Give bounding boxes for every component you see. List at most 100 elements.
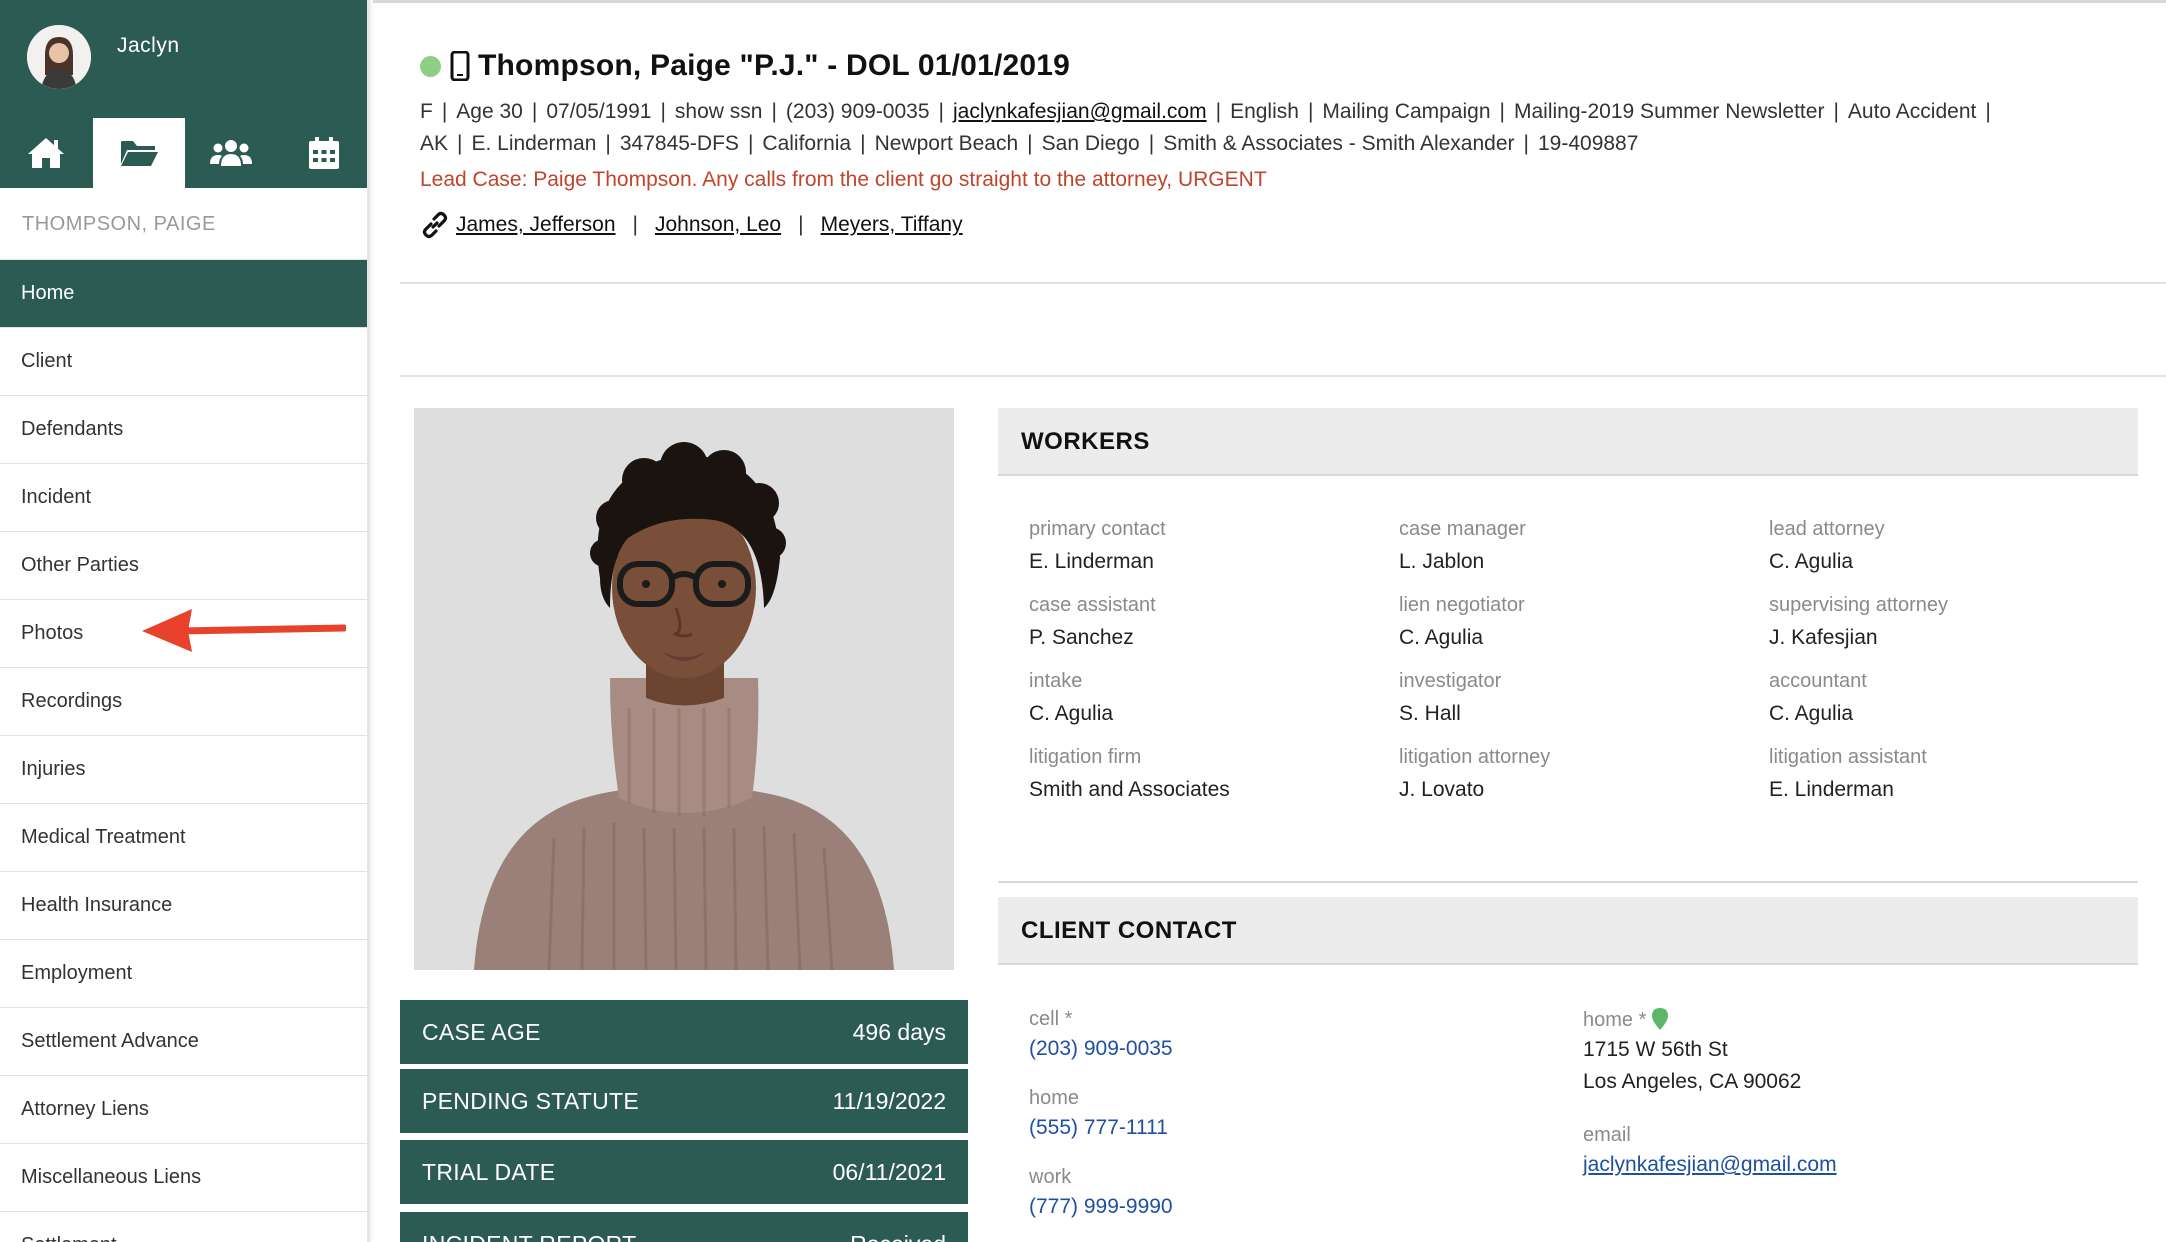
stat-label: TRIAL DATE: [422, 1158, 556, 1185]
meta-email-link[interactable]: jaclynkafesjian@gmail.com: [953, 100, 1207, 123]
divider: [998, 881, 2138, 883]
sidebar-item-settlement-advance[interactable]: Settlement Advance: [0, 1008, 367, 1076]
meta-county: San Diego: [1041, 132, 1140, 155]
stat-value: 06/11/2021: [832, 1158, 946, 1185]
worker-entry: case manager L. Jablon: [1399, 518, 1769, 574]
client-address: home * 1715 W 56th St Los Angeles, CA 90…: [1583, 1008, 1837, 1203]
meta-language: English: [1230, 100, 1299, 123]
meta-claim-number: 347845-DFS: [619, 132, 739, 155]
client-phones: cell * (203) 909-0035 home (555) 777-1111 …: [1029, 1008, 1173, 1242]
worker-entry: case assistant P. Sanchez: [1029, 594, 1399, 650]
contact-entry: home * 1715 W 56th St Los Angeles, CA 90…: [1583, 1008, 1837, 1098]
meta-mailing: Mailing Campaign: [1322, 100, 1491, 123]
worker-name: C. Agulia: [1029, 702, 1114, 725]
client-email-link[interactable]: jaclynkafesjian@gmail.com: [1583, 1153, 1837, 1177]
sidebar-nav: Home Client Defendants Incident Other Pa…: [0, 260, 367, 1242]
linked-case-link[interactable]: Meyers, Tiffany: [821, 213, 963, 237]
stat-pending-statute: PENDING STATUTE 11/19/2022: [400, 1069, 968, 1133]
sidebar-header: Jaclyn: [0, 0, 367, 188]
sidebar-item-incident[interactable]: Incident: [0, 464, 367, 532]
meta-sex: F: [420, 100, 433, 123]
worker-role: primary contact: [1029, 518, 1166, 540]
contact-entry: email jaclynkafesjian@gmail.com: [1583, 1124, 1837, 1177]
home-phone-link[interactable]: (555) 777-1111: [1029, 1116, 1173, 1140]
sidebar-item-employment[interactable]: Employment: [0, 940, 367, 1008]
meta-state-code: AK: [420, 132, 449, 155]
sidebar-item-settlement[interactable]: Settlement: [0, 1212, 367, 1242]
worker-role: intake: [1029, 670, 1083, 692]
home-icon[interactable]: [0, 118, 93, 188]
meta-case-number: 19-409887: [1537, 132, 1639, 155]
contact-label: cell *: [1029, 1008, 1073, 1030]
worker-entry: primary contact E. Linderman: [1029, 518, 1399, 574]
worker-name: J. Lovato: [1399, 778, 1485, 801]
case-meta-line-2: AK | E. Linderman | 347845-DFS | California | Ne…: [420, 132, 1639, 155]
worker-entry: intake C. Agulia: [1029, 670, 1399, 726]
sidebar-tabs: [0, 118, 370, 188]
sidebar-item-medical-treatment[interactable]: Medical Treatment: [0, 804, 367, 872]
sidebar-item-health-insurance[interactable]: Health Insurance: [0, 872, 367, 940]
calendar-icon[interactable]: [278, 118, 371, 188]
workers-grid: primary contact E. Linderman case manager…: [1029, 518, 2129, 802]
work-phone-link[interactable]: (777) 999-9990: [1029, 1195, 1173, 1219]
sidebar-item-injuries[interactable]: Injuries: [0, 736, 367, 804]
worker-role: litigation attorney: [1399, 746, 1551, 768]
worker-role: lien negotiator: [1399, 594, 1525, 616]
worker-entry: investigator S. Hall: [1399, 670, 1769, 726]
contact-label: home *: [1583, 1008, 1837, 1032]
meta-age: Age 30: [456, 100, 523, 123]
client-photo[interactable]: [414, 408, 954, 970]
contact-entry: cell * (203) 909-0035: [1029, 1008, 1173, 1061]
sidebar-item-client[interactable]: Client: [0, 328, 367, 396]
worker-name: C. Agulia: [1399, 626, 1484, 649]
stat-label: PENDING STATUTE: [422, 1087, 640, 1114]
meta-state: California: [762, 132, 852, 155]
meta-case-type: Auto Accident: [1847, 100, 1977, 123]
sidebar-item-other-parties[interactable]: Other Parties: [0, 532, 367, 600]
worker-entry: litigation assistant E. Linderman: [1769, 746, 2129, 802]
worker-role: investigator: [1399, 670, 1502, 692]
address-line-1: 1715 W 56th St: [1583, 1038, 1728, 1061]
case-meta-line-1: F | Age 30 | 07/05/1991 | show ssn | (203) 909-0…: [420, 100, 1991, 123]
worker-entry: supervising attorney J. Kafesjian: [1769, 594, 2129, 650]
case-label: THOMPSON, PAIGE: [0, 188, 367, 260]
stat-value: Received: [850, 1231, 946, 1242]
lead-case-note: Lead Case: Paige Thompson. Any calls fro…: [420, 168, 1267, 191]
sidebar-item-recordings[interactable]: Recordings: [0, 668, 367, 736]
contact-entry: home (555) 777-1111: [1029, 1087, 1173, 1140]
sidebar-item-defendants[interactable]: Defendants: [0, 396, 367, 464]
sidebar-item-attorney-liens[interactable]: Attorney Liens: [0, 1076, 367, 1144]
case-title: Thompson, Paige "P.J." - DOL 01/01/2019: [478, 49, 1071, 82]
client-contact-panel-header: CLIENT CONTACT: [998, 897, 2138, 965]
worker-name: E. Linderman: [1029, 550, 1154, 573]
contact-entry: work (777) 999-9990: [1029, 1166, 1173, 1219]
worker-entry: lead attorney C. Agulia: [1769, 518, 2129, 574]
contact-label: home: [1029, 1087, 1080, 1109]
sidebar-item-home[interactable]: Home: [0, 260, 367, 328]
contact-label: email: [1583, 1124, 1631, 1146]
meta-phone[interactable]: (203) 909-0035: [786, 100, 930, 123]
users-icon[interactable]: [185, 118, 278, 188]
sidebar-item-miscellaneous-liens[interactable]: Miscellaneous Liens: [0, 1144, 367, 1212]
mobile-phone-icon: [450, 51, 470, 81]
worker-role: case assistant: [1029, 594, 1156, 616]
worker-name: C. Agulia: [1769, 702, 1854, 725]
map-pin-icon[interactable]: [1652, 1008, 1669, 1030]
worker-name: C. Agulia: [1769, 550, 1854, 573]
show-ssn-link[interactable]: show ssn: [675, 100, 763, 123]
link-icon: [422, 211, 448, 239]
address-line-2: Los Angeles, CA 90062: [1583, 1070, 1802, 1093]
stat-case-age: CASE AGE 496 days: [400, 1000, 968, 1064]
worker-name: E. Linderman: [1769, 778, 1894, 801]
folder-icon[interactable]: [92, 118, 185, 188]
worker-entry: lien negotiator C. Agulia: [1399, 594, 1769, 650]
avatar[interactable]: [27, 25, 91, 89]
stat-label: CASE AGE: [422, 1018, 541, 1045]
linked-case-link[interactable]: James, Jefferson: [456, 213, 616, 237]
worker-role: lead attorney: [1769, 518, 1885, 540]
linked-case-link[interactable]: Johnson, Leo: [655, 213, 781, 237]
cell-phone-link[interactable]: (203) 909-0035: [1029, 1037, 1173, 1061]
worker-role: accountant: [1769, 670, 1867, 692]
worker-role: case manager: [1399, 518, 1526, 540]
worker-name: Smith and Associates: [1029, 778, 1230, 801]
